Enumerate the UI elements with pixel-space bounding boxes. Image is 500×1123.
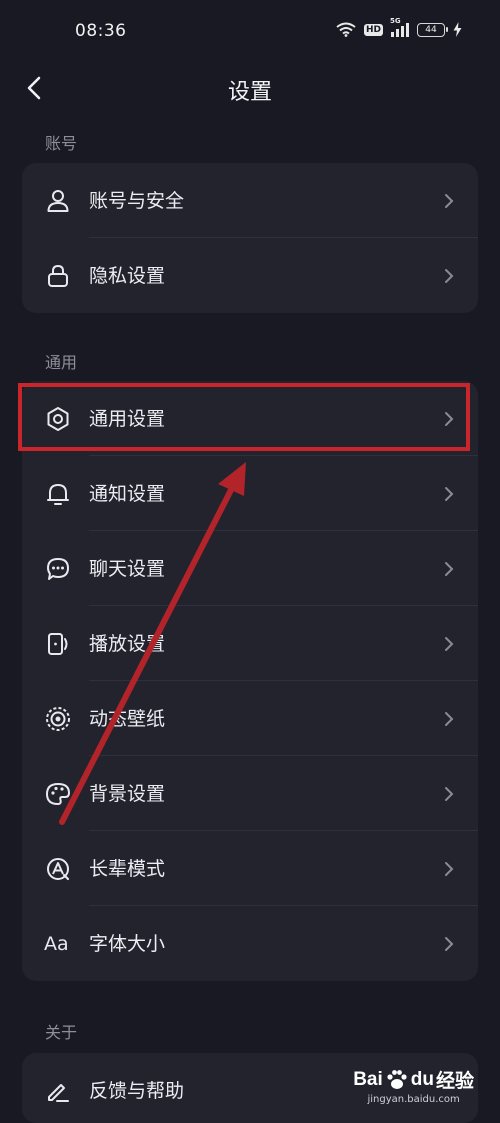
pencil-icon [44, 1077, 72, 1105]
settings-item-label: 动态壁纸 [89, 708, 166, 730]
settings-item-font-size[interactable]: Aa 字体大小 [22, 906, 478, 981]
chevron-right-icon [445, 412, 454, 426]
settings-item-label: 长辈模式 [89, 858, 166, 880]
paw-icon [387, 1069, 407, 1089]
hd-badge: HD [363, 23, 383, 36]
section-label-account: 账号 [45, 134, 78, 153]
chevron-right-icon [445, 937, 454, 951]
font-size-icon: Aa [44, 933, 69, 955]
chevron-right-icon [445, 712, 454, 726]
phone-rotate-icon [44, 630, 72, 658]
nav-bar: 设置 [0, 62, 500, 114]
status-time: 08:36 [75, 21, 127, 41]
palette-icon [44, 780, 72, 808]
chevron-right-icon [445, 637, 454, 651]
settings-item-label: 背景设置 [89, 783, 166, 805]
elder-mode-icon [44, 855, 72, 883]
signal-icon: 5G [390, 17, 409, 37]
wifi-icon [336, 22, 356, 37]
status-icons: HD 5G 44 [336, 17, 462, 37]
settings-item-label: 播放设置 [89, 633, 166, 655]
status-bar: 08:36 HD 5G 44 [0, 0, 500, 62]
gear-icon [44, 405, 72, 433]
page-title: 设置 [227, 80, 272, 105]
settings-item-notification[interactable]: 通知设置 [22, 456, 478, 531]
chevron-right-icon [445, 194, 454, 208]
settings-item-label: 字体大小 [89, 933, 166, 955]
settings-item-chat[interactable]: 聊天设置 [22, 531, 478, 606]
lock-icon [44, 262, 72, 290]
user-icon [44, 187, 72, 215]
chevron-right-icon [445, 862, 454, 876]
settings-item-label: 账号与安全 [89, 190, 185, 212]
section-label-about: 关于 [45, 1023, 78, 1042]
live-wallpaper-icon [44, 705, 72, 733]
charging-icon [453, 22, 462, 37]
settings-item-label: 聊天设置 [89, 558, 166, 580]
settings-item-label: 通知设置 [89, 483, 166, 505]
watermark-url: jingyan.baidu.com [367, 1094, 460, 1105]
settings-item-live-wallpaper[interactable]: 动态壁纸 [22, 681, 478, 756]
settings-item-privacy[interactable]: 隐私设置 [22, 238, 478, 313]
settings-item-playback[interactable]: 播放设置 [22, 606, 478, 681]
battery-level: 44 [425, 24, 437, 35]
bell-icon [44, 480, 72, 508]
settings-item-elder-mode[interactable]: 长辈模式 [22, 831, 478, 906]
chevron-right-icon [445, 787, 454, 801]
card-account: 账号与安全 隐私设置 [22, 163, 478, 313]
baidu-watermark: Bai du 经验 jingyan.baidu.com [353, 1066, 474, 1106]
battery-icon: 44 [417, 22, 448, 37]
settings-item-general[interactable]: 通用设置 [22, 381, 478, 456]
card-general: 通用设置 通知设置 聊天设置 播放设置 动态壁纸 背景设置 长辈模式 Aa 字体… [22, 381, 478, 981]
settings-item-account-security[interactable]: 账号与安全 [22, 163, 478, 238]
settings-item-label: 隐私设置 [89, 265, 166, 287]
network-type: 5G [390, 16, 401, 25]
section-label-general: 通用 [45, 353, 78, 372]
settings-item-label: 反馈与帮助 [89, 1080, 185, 1102]
baidu-logo: Bai du 经验 [353, 1068, 474, 1093]
chat-bubble-icon [44, 555, 72, 583]
settings-item-background[interactable]: 背景设置 [22, 756, 478, 831]
settings-item-label: 通用设置 [89, 408, 166, 430]
chevron-right-icon [445, 269, 454, 283]
chevron-right-icon [445, 562, 454, 576]
chevron-right-icon [445, 487, 454, 501]
